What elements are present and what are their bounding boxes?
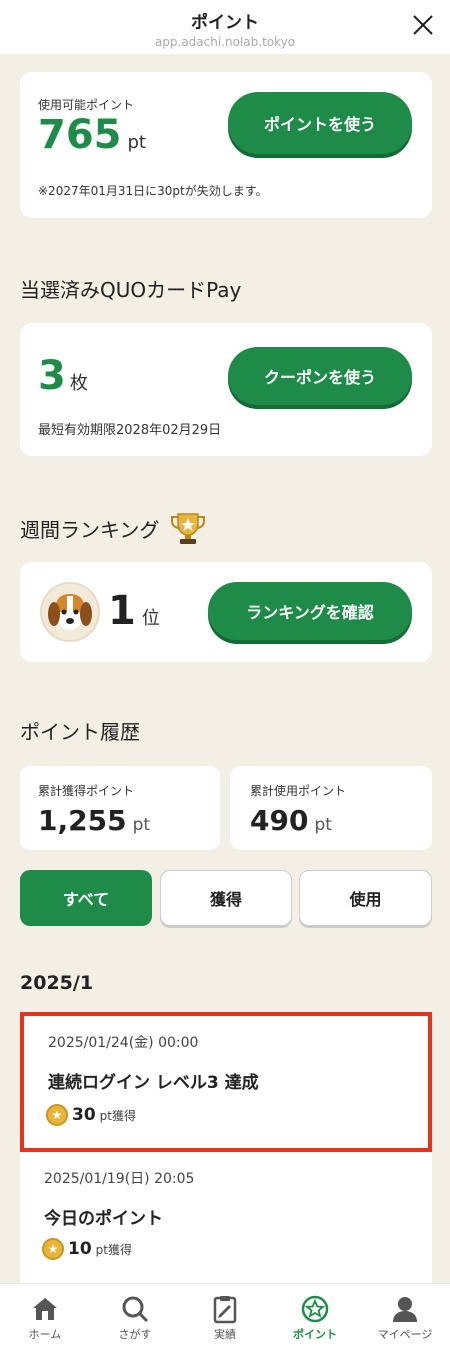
use-points-button[interactable]: ポイントを使う [228,92,412,154]
earned-points-group: 1,255 pt [38,804,150,837]
earned-points-unit: pt [132,815,151,835]
history-item-points-suffix: pt獲得 [95,1242,132,1257]
nav-item-achievements[interactable]: 実績 [180,1284,270,1352]
history-month-heading: 2025/1 [20,972,94,994]
nav-item-search[interactable]: さがす [90,1284,180,1352]
points-card: 使用可能ポイント 765 pt ポイントを使う ※2027年01月31日に30p… [20,72,432,218]
clipboard-icon [213,1296,237,1324]
nav-label-points: ポイント [293,1328,337,1341]
star-coin-icon [301,1295,329,1323]
ranking-section-title: 週間ランキング [20,517,160,542]
quo-count-group: 3 枚 [38,353,88,399]
points-value: 765 [38,112,122,158]
points-value-group: 765 pt [38,112,146,158]
star-coin-icon: ★ [46,1104,68,1126]
tab-all[interactable]: すべて [20,870,152,926]
bottom-nav: ホーム さがす 実績 ポイント マイページ [0,1283,450,1352]
user-icon [393,1297,417,1322]
history-item-name: 連続ログイン レベル3 達成 [48,1073,259,1093]
nav-item-points[interactable]: ポイント [270,1284,360,1352]
points-label: 使用可能ポイント [38,98,135,112]
history-section-title: ポイント履歴 [20,720,140,744]
page-title: ポイント [191,13,259,33]
used-points-unit: pt [314,815,332,835]
quo-count: 3 [38,353,66,399]
earned-points-value: 1,255 [38,804,127,837]
history-item-date: 2025/01/24(金) 00:00 [48,1035,199,1051]
points-unit: pt [127,132,146,153]
rank-value: 1 [108,588,136,634]
rank-unit: 位 [141,608,160,629]
used-points-card: 累計使用ポイント 490 pt [230,766,432,850]
history-item-date: 2025/01/19(日) 20:05 [44,1171,195,1187]
trophy-icon [171,513,206,544]
ranking-title-row: 週間ランキング [20,510,207,546]
history-item-name: 今日のポイント [44,1209,163,1229]
history-list-item[interactable]: 2025/01/19(日) 20:05 今日のポイント ★ 10 pt獲得 [20,1152,432,1283]
history-item-points-value: 30 [72,1105,96,1125]
history-item-points: ★ 10 pt獲得 [42,1238,132,1260]
tab-used[interactable]: 使用 [299,870,432,926]
history-item-points: ★ 30 pt獲得 [46,1104,136,1126]
nav-label-mypage: マイページ [377,1328,433,1341]
dog-avatar-icon [48,594,92,630]
nav-item-home[interactable]: ホーム [0,1284,90,1352]
avatar [40,582,100,642]
history-item-points-value: 10 [68,1239,92,1259]
nav-item-mypage[interactable]: マイページ [360,1284,450,1352]
points-expiry-notice: ※2027年01月31日に30ptが失効します。 [38,184,268,198]
quo-count-unit: 枚 [69,373,88,394]
history-list-item[interactable]: 2025/01/24(金) 00:00 連続ログイン レベル3 達成 ★ 30 … [20,1012,432,1152]
tab-earned[interactable]: 獲得 [160,870,292,926]
earned-points-label: 累計獲得ポイント [38,784,135,798]
rank-group: 1 位 [108,588,160,634]
star-coin-icon: ★ [42,1238,64,1260]
nav-label-achievements: 実績 [214,1328,236,1341]
used-points-label: 累計使用ポイント [250,784,347,798]
search-icon [122,1296,149,1323]
quo-section-title: 当選済みQUOカードPay [20,278,242,302]
top-bar: ポイント app.adachi.nolab.tokyo [0,0,450,54]
use-coupon-button[interactable]: クーポンを使う [228,347,412,405]
check-ranking-button[interactable]: ランキングを確認 [208,582,412,640]
home-icon [33,1298,57,1320]
history-item-points-suffix: pt獲得 [99,1108,136,1123]
ranking-card: 1 位 ランキングを確認 [20,562,432,662]
used-points-group: 490 pt [250,804,332,837]
page-url: app.adachi.nolab.tokyo [154,35,296,49]
close-icon[interactable] [410,12,436,38]
used-points-value: 490 [250,804,309,837]
nav-label-home: ホーム [28,1328,62,1341]
nav-label-search: さがす [118,1328,152,1341]
earned-points-card: 累計獲得ポイント 1,255 pt [20,766,220,850]
quo-expiry: 最短有効期限2028年02月29日 [38,423,222,438]
quo-card: 3 枚 クーポンを使う 最短有効期限2028年02月29日 [20,323,432,456]
